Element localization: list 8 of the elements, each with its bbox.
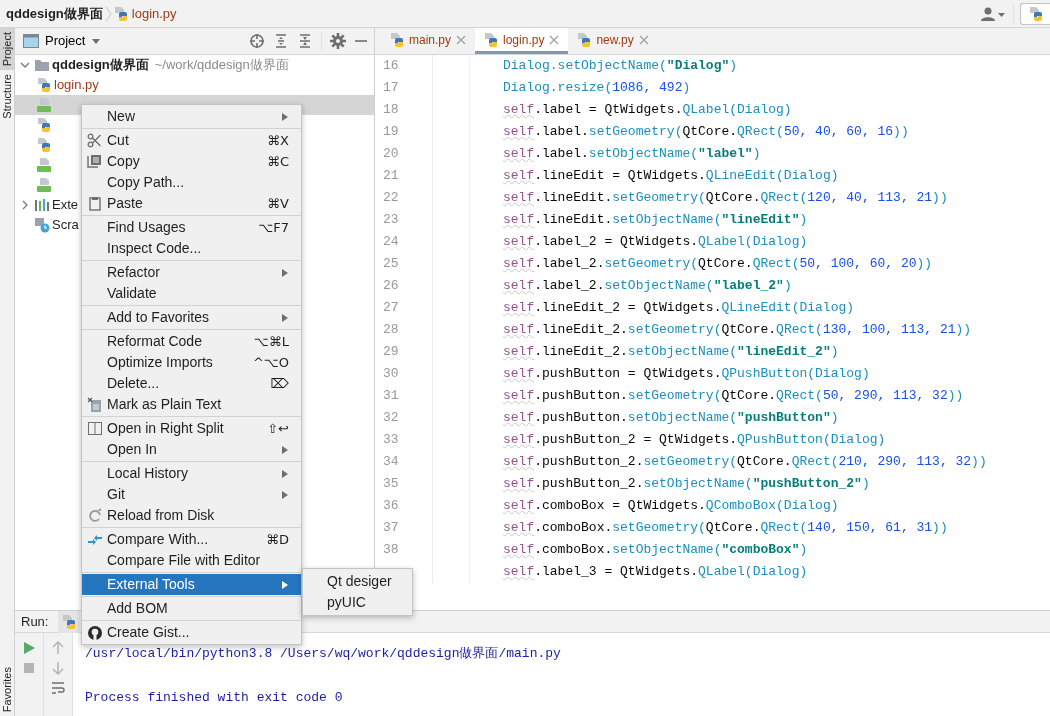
tree-item-label: Exte: [52, 196, 78, 215]
run-label: Run:: [21, 612, 49, 631]
path-label: ~/work/qddesign做界面: [154, 56, 289, 75]
tree-item-label: login.py: [54, 76, 99, 95]
console-line: /usr/local/bin/python3.8 /Users/wq/work/qddesign做界面/main.py: [85, 645, 561, 663]
tree-item-label: qddesign做界面: [52, 56, 149, 75]
console-line: Process finished with exit code 0: [85, 689, 344, 707]
tree-item-label: Scra: [52, 216, 79, 235]
